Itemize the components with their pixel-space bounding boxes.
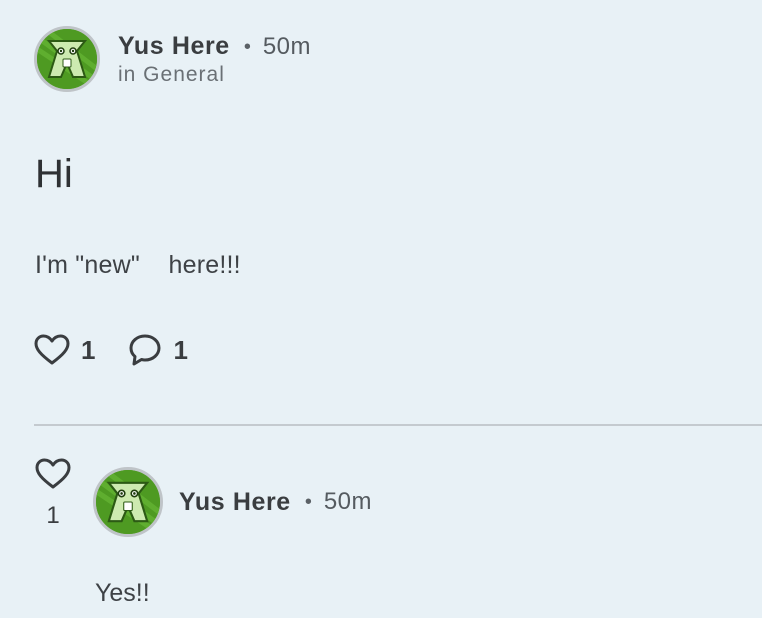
like-button[interactable]: 1 [34, 334, 95, 366]
comment-header: Yus Here • 50m [93, 465, 372, 539]
comment-meta: Yus Here • 50m [179, 487, 372, 517]
post-author-avatar[interactable] [34, 26, 100, 92]
heart-icon[interactable] [35, 458, 71, 490]
post-meta: Yus Here • 50m in General [118, 32, 311, 87]
post-actions: 1 1 [34, 330, 188, 370]
green-character-avatar-icon [96, 470, 160, 534]
comment-count: 1 [173, 334, 188, 365]
meta-separator: • [304, 491, 312, 513]
comment-meta-row: Yus Here • 50m [179, 487, 372, 517]
post-header: Yus Here • 50m in General [34, 22, 311, 96]
green-character-avatar-icon [37, 29, 97, 89]
comment-author-avatar[interactable] [93, 467, 163, 537]
post-body: I'm "new" here!!! [35, 251, 241, 279]
comment-like: 1 [34, 458, 72, 530]
post-meta-row: Yus Here • 50m [118, 32, 311, 62]
comment-timestamp[interactable]: 50m [324, 488, 372, 516]
post-author-name[interactable]: Yus Here [118, 32, 230, 61]
post-timestamp[interactable]: 50m [263, 33, 311, 61]
post-title: Hi [35, 152, 73, 196]
divider [34, 424, 762, 426]
speech-bubble-icon [129, 334, 161, 366]
comment-body: Yes!! [95, 579, 150, 607]
meta-separator: • [243, 35, 251, 58]
comment-author-name[interactable]: Yus Here [179, 488, 291, 517]
heart-icon [34, 334, 70, 365]
comment-like-count: 1 [46, 502, 60, 529]
like-count: 1 [81, 334, 96, 365]
post-category[interactable]: in General [118, 63, 311, 87]
comment-button[interactable]: 1 [128, 333, 188, 367]
